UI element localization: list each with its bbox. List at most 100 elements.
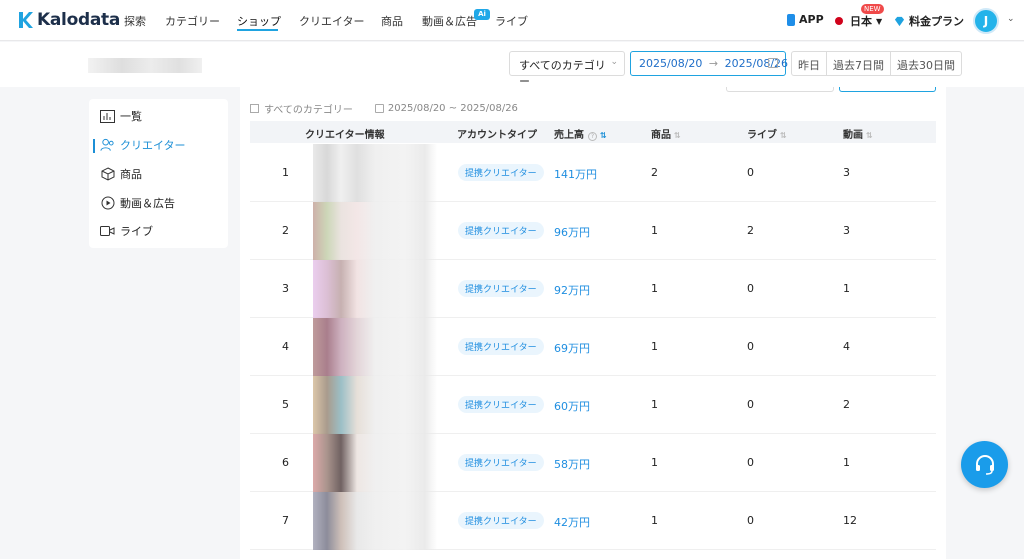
products-count: 1: [651, 340, 658, 353]
nav-creator[interactable]: クリエイター: [299, 13, 365, 29]
sort-icon[interactable]: ⇅: [780, 131, 787, 140]
toolbar-button-partial[interactable]: [726, 87, 834, 92]
sort-icon[interactable]: ⇅: [674, 131, 681, 140]
kalodata-logo[interactable]: Kalodata: [18, 10, 120, 30]
sidebar-item-creator[interactable]: クリエイター: [100, 135, 186, 155]
pricing-plan-link[interactable]: 料金プラン: [894, 13, 964, 29]
creator-info-blurred[interactable]: [305, 260, 437, 318]
new-badge: NEW: [861, 4, 884, 14]
creator-info-blurred[interactable]: [305, 492, 437, 550]
date-from: 2025/08/20: [639, 57, 703, 70]
category-select-value: すべてのカテゴリー: [519, 59, 606, 88]
header-live[interactable]: ライブ ⇅: [747, 126, 787, 141]
table-row[interactable]: 3 提携クリエイター 92万円 1 0 1: [250, 260, 936, 318]
logo-text: Kalodata: [37, 10, 120, 30]
main-panel: すべてのカテゴリー 2025/08/20 ~ 2025/08/26 クリエイター…: [240, 87, 946, 559]
products-count: 1: [651, 456, 658, 469]
table-row[interactable]: 4 提携クリエイター 69万円 1 0 4: [250, 318, 936, 376]
account-type-badge: 提携クリエイター: [458, 338, 544, 355]
table-row[interactable]: 7 提携クリエイター 42万円 1 0 12: [250, 492, 936, 550]
blurred-title: [88, 58, 202, 73]
nav-shop[interactable]: ショップ: [237, 13, 281, 29]
live-count: 0: [747, 166, 754, 179]
play-icon: [100, 196, 115, 210]
category-select[interactable]: すべてのカテゴリー ⌄: [509, 51, 625, 88]
sales-value[interactable]: 58万円: [554, 456, 590, 472]
last-30-days-button[interactable]: 過去30日間: [891, 52, 961, 75]
sidebar-item-label: 商品: [120, 168, 142, 181]
avatar[interactable]: J: [973, 8, 999, 34]
ai-badge: Ai: [474, 9, 490, 20]
account-type-badge: 提携クリエイター: [458, 280, 544, 297]
creator-info-blurred[interactable]: [305, 376, 437, 434]
creator-info-blurred[interactable]: [305, 144, 437, 202]
creator-info-blurred[interactable]: [305, 434, 437, 492]
calendar-icon: [374, 104, 384, 113]
top-nav: Kalodata 探索 カテゴリー ショップ クリエイター 商品 動画＆広告 A…: [0, 0, 1024, 41]
header-sales[interactable]: 売上高? ⇅: [554, 126, 607, 141]
logo-mark-icon: [18, 11, 34, 29]
header-sales-label: 売上高: [554, 130, 584, 141]
sales-value[interactable]: 42万円: [554, 514, 590, 530]
header-products[interactable]: 商品 ⇅: [651, 126, 681, 141]
sidebar-item-overview[interactable]: 一覧: [100, 106, 142, 126]
header-account-type: アカウントタイプ: [457, 130, 537, 141]
nav-category[interactable]: カテゴリー: [165, 13, 220, 29]
date-arrow: →: [708, 57, 719, 70]
sidebar-active-indicator: [93, 139, 95, 153]
nav-live[interactable]: ライブ: [495, 13, 528, 29]
videos-count: 3: [843, 224, 850, 237]
creator-info-blurred[interactable]: [305, 318, 437, 376]
header-videos[interactable]: 動画 ⇅: [843, 126, 873, 141]
table-row[interactable]: 6 提携クリエイター 58万円 1 0 1: [250, 434, 936, 492]
support-button[interactable]: [961, 441, 1008, 488]
last-7-days-button[interactable]: 過去7日間: [827, 52, 891, 75]
app-label: APP: [799, 13, 824, 26]
table-row[interactable]: 5 提携クリエイター 60万円 1 0 2: [250, 376, 936, 434]
account-type-badge: 提携クリエイター: [458, 164, 544, 181]
chevron-down-icon: ⌄: [610, 57, 618, 67]
videos-count: 2: [843, 398, 850, 411]
products-count: 1: [651, 398, 658, 411]
nav-product[interactable]: 商品: [381, 13, 403, 29]
japan-flag-icon: [835, 17, 843, 25]
sidebar-item-product[interactable]: 商品: [100, 164, 142, 184]
language-selector[interactable]: 日本 ▼: [835, 13, 882, 29]
date-range-picker[interactable]: 2025/08/20 → 2025/08/26: [630, 51, 788, 76]
table-header: クリエイター情報 アカウントタイプ 売上高? ⇅ 商品 ⇅ ライブ ⇅ 動画 ⇅: [250, 121, 936, 143]
sidebar-item-live[interactable]: ライブ: [100, 221, 153, 241]
sales-value[interactable]: 69万円: [554, 340, 590, 356]
video-camera-icon: [100, 224, 115, 238]
live-count: 0: [747, 282, 754, 295]
sidebar-item-label: ライブ: [120, 225, 153, 238]
app-button[interactable]: APP: [787, 13, 824, 26]
table-row[interactable]: 1 提携クリエイター 141万円 2 0 3: [250, 144, 936, 202]
sales-value[interactable]: 92万円: [554, 282, 590, 298]
header-videos-label: 動画: [843, 130, 863, 141]
creator-info-blurred[interactable]: [305, 202, 437, 260]
language-label: 日本: [850, 15, 872, 28]
table-row[interactable]: 2 提携クリエイター 96万円 1 2 3: [250, 202, 936, 260]
summary-category: すべてのカテゴリー: [264, 105, 353, 116]
videos-count: 1: [843, 282, 850, 295]
sales-value[interactable]: 141万円: [554, 166, 597, 182]
header-products-label: 商品: [651, 130, 671, 141]
plan-label: 料金プラン: [909, 15, 964, 28]
toolbar-button-primary-partial[interactable]: [839, 87, 936, 92]
account-type-badge: 提携クリエイター: [458, 512, 544, 529]
nav-video-ads[interactable]: 動画＆広告: [422, 13, 477, 29]
help-icon[interactable]: ?: [588, 132, 597, 141]
sort-icon[interactable]: ⇅: [600, 131, 607, 140]
nav-explore[interactable]: 探索: [124, 13, 146, 29]
chevron-down-icon[interactable]: ⌄: [1007, 14, 1015, 24]
sales-value[interactable]: 60万円: [554, 398, 590, 414]
account-type-badge: 提携クリエイター: [458, 454, 544, 471]
sidebar-item-video-ads[interactable]: 動画＆広告: [100, 193, 175, 213]
sales-value[interactable]: 96万円: [554, 224, 590, 240]
sidebar-item-label: 一覧: [120, 110, 142, 123]
sort-icon[interactable]: ⇅: [866, 131, 873, 140]
filter-summary: すべてのカテゴリー 2025/08/20 ~ 2025/08/26: [250, 101, 518, 116]
headset-icon: [975, 454, 994, 475]
rank: 2: [282, 224, 289, 237]
yesterday-button[interactable]: 昨日: [792, 52, 827, 75]
